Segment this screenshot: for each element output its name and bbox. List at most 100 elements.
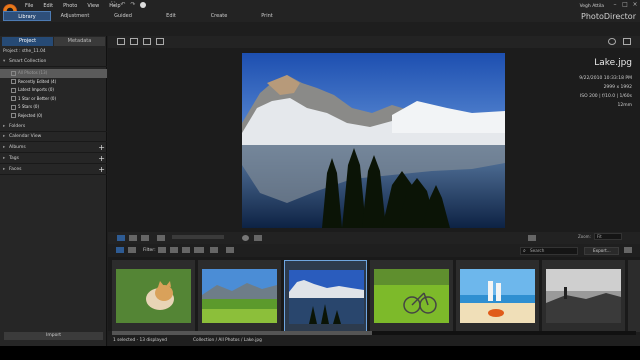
tags-label: Tags bbox=[9, 156, 19, 161]
smart-item-all-photos[interactable]: All Photos (13) bbox=[0, 69, 107, 78]
left-panel: Project Metadata Project : sthe_11.04 ▾ S… bbox=[0, 36, 107, 346]
search-placeholder: Search bbox=[530, 247, 545, 253]
brand-title: PhotoDirector bbox=[581, 12, 636, 21]
view-mode-2-icon[interactable] bbox=[129, 235, 137, 241]
thumbnail[interactable] bbox=[542, 260, 625, 332]
view-mode-1-icon[interactable] bbox=[117, 235, 125, 241]
fullscreen-icon[interactable]: ⛶ bbox=[110, 2, 116, 8]
import-button[interactable]: Import bbox=[4, 332, 103, 340]
file-name: Lake.jpg bbox=[594, 58, 632, 68]
view-toolbar bbox=[108, 36, 640, 48]
thumbnail[interactable] bbox=[456, 260, 539, 332]
bicycle-photo bbox=[374, 269, 449, 323]
exposure-settings: ISO 200 | f/10.0 | 1/60s bbox=[579, 94, 632, 99]
rotate-icon[interactable] bbox=[242, 235, 249, 241]
collection-icon bbox=[11, 87, 16, 93]
zoom-select[interactable]: Fit bbox=[594, 233, 622, 240]
tab-project[interactable]: Project bbox=[2, 37, 53, 46]
smart-item-label: 5 Stars (0) bbox=[18, 104, 40, 109]
thumbnail[interactable] bbox=[370, 260, 453, 332]
add-face-icon[interactable]: + bbox=[98, 165, 105, 175]
capture-date: 9/22/2010 10:33:18 PM bbox=[579, 76, 632, 81]
tab-metadata[interactable]: Metadata bbox=[54, 37, 105, 46]
grid-strip-icon[interactable] bbox=[128, 247, 136, 253]
import-view-icon[interactable] bbox=[117, 38, 125, 45]
tab-edit[interactable]: Edit bbox=[147, 11, 195, 21]
undo-icon[interactable]: ↶ bbox=[120, 2, 126, 8]
thumbnail[interactable] bbox=[198, 260, 281, 332]
tab-guided[interactable]: Guided bbox=[99, 11, 147, 21]
collection-icon bbox=[11, 96, 16, 101]
cat-photo bbox=[116, 269, 191, 323]
tags-header[interactable]: ▸ Tags + bbox=[0, 154, 107, 164]
maximize-icon[interactable]: □ bbox=[622, 2, 628, 8]
smart-item-latest-imports[interactable]: Latest Imports (0) bbox=[0, 86, 107, 95]
faces-label: Faces bbox=[9, 167, 22, 172]
share-icon[interactable] bbox=[624, 247, 632, 253]
user-name[interactable]: Vegh Attila bbox=[580, 3, 604, 10]
add-album-icon[interactable]: + bbox=[98, 143, 105, 153]
single-view-icon[interactable] bbox=[156, 38, 164, 45]
panel-tabs: Project Metadata bbox=[2, 37, 106, 46]
mono-photo bbox=[546, 269, 621, 323]
folders-header[interactable]: ▸ Folders bbox=[0, 122, 107, 132]
redo-icon[interactable]: ↷ bbox=[130, 2, 136, 8]
quick-actions: ⛶ ↶ ↷ bbox=[110, 2, 146, 8]
close-icon[interactable]: × bbox=[632, 2, 638, 8]
thumbnail-partial[interactable] bbox=[628, 260, 640, 332]
menu-photo[interactable]: Photo bbox=[58, 2, 82, 10]
smart-item-5-stars[interactable]: 5 Stars (0) bbox=[0, 103, 107, 112]
tab-adjustment[interactable]: Adjustment bbox=[51, 11, 99, 21]
search-input[interactable]: ⌕ Search bbox=[520, 246, 578, 255]
view-mode-3-icon[interactable] bbox=[141, 235, 149, 241]
home-icon[interactable] bbox=[140, 2, 146, 8]
filter-label: Filter: bbox=[143, 248, 156, 253]
menu-edit[interactable]: Edit bbox=[38, 2, 58, 10]
albums-header[interactable]: ▸ Albums + bbox=[0, 143, 107, 153]
sort-icon[interactable] bbox=[210, 247, 218, 253]
photodirector-window: File Edit Photo View Help ⛶ ↶ ↷ Library … bbox=[0, 0, 640, 360]
calendar-view-label: Calendar View bbox=[9, 134, 42, 139]
minimize-icon[interactable]: – bbox=[612, 2, 618, 8]
film-strip-icon[interactable] bbox=[116, 247, 124, 253]
rating-stars[interactable] bbox=[172, 235, 224, 239]
smart-item-rejected[interactable]: Rejected (0) bbox=[0, 112, 107, 121]
crop-icon[interactable] bbox=[254, 235, 262, 241]
rating-filter-icon[interactable] bbox=[170, 247, 178, 253]
edit-filter-icon[interactable] bbox=[182, 247, 190, 253]
search-tool-icon[interactable] bbox=[608, 38, 616, 45]
collection-path: Collection / All Photos / Lake.jpg bbox=[193, 338, 262, 343]
smart-collection-header[interactable]: ▾ Smart Collection bbox=[0, 57, 107, 67]
tab-library[interactable]: Library bbox=[3, 11, 51, 21]
list-view-icon[interactable] bbox=[528, 235, 536, 241]
menu-file[interactable]: File bbox=[20, 2, 38, 10]
grid-view-icon[interactable] bbox=[143, 38, 151, 45]
menu-view[interactable]: View bbox=[82, 2, 104, 10]
tab-print[interactable]: Print bbox=[243, 11, 291, 21]
collection-icon bbox=[11, 70, 16, 76]
thumbnail-strip bbox=[108, 257, 640, 332]
compare-view-icon[interactable] bbox=[130, 38, 138, 45]
export-button[interactable]: Export... bbox=[584, 246, 619, 255]
smart-item-recently-edited[interactable]: Recently Edited (4) bbox=[0, 78, 107, 87]
thumbnail[interactable] bbox=[112, 260, 195, 332]
faces-header[interactable]: ▸ Faces + bbox=[0, 165, 107, 175]
lake-photo-preview[interactable] bbox=[242, 53, 505, 228]
photo-info: Lake.jpg 9/22/2010 10:33:18 PM 2999 x 19… bbox=[579, 58, 632, 110]
beach-photo bbox=[460, 269, 535, 323]
flag-icon[interactable] bbox=[157, 235, 165, 241]
more-filter-icon[interactable] bbox=[194, 247, 204, 253]
selection-count: 1 selected - 13 displayed bbox=[113, 338, 167, 343]
focal-length: 12mm bbox=[617, 103, 633, 108]
tab-create[interactable]: Create bbox=[195, 11, 243, 21]
add-tag-icon[interactable]: + bbox=[98, 154, 105, 164]
flag-filter-icon[interactable] bbox=[158, 247, 166, 253]
calendar-view-header[interactable]: ▸ Calendar View bbox=[0, 132, 107, 142]
smart-item-1-star[interactable]: 1 Star or Better (0) bbox=[0, 95, 107, 104]
project-name: Project : sthe_11.04 bbox=[3, 49, 46, 54]
fullscreen-view-icon[interactable] bbox=[623, 38, 631, 45]
options-icon[interactable] bbox=[226, 247, 234, 253]
thumbnail-selected[interactable] bbox=[284, 260, 367, 332]
image-dimensions: 2999 x 1992 bbox=[603, 85, 632, 90]
filter-bar: Filter: ⌕ Search Export... bbox=[108, 244, 640, 257]
